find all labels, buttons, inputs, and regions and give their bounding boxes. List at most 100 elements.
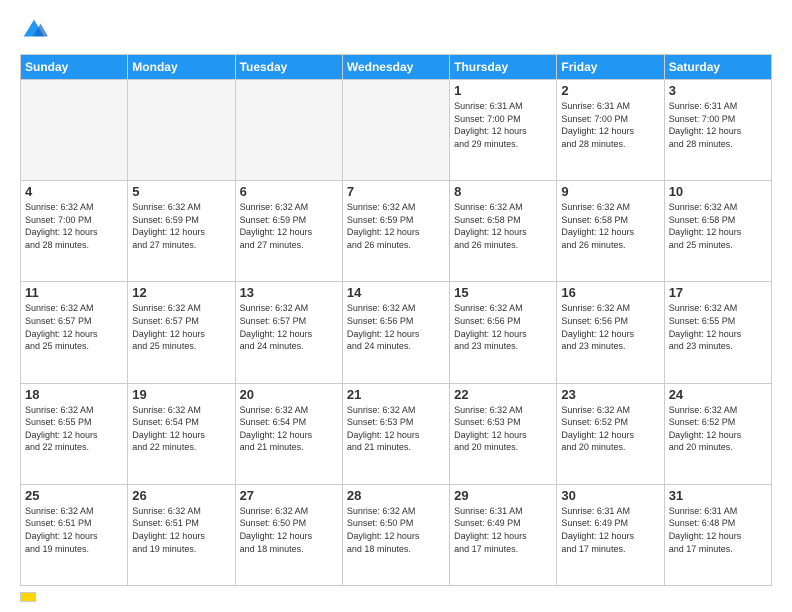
header-cell-monday: Monday	[128, 55, 235, 80]
day-number: 15	[454, 285, 552, 300]
day-number: 2	[561, 83, 659, 98]
day-cell: 10 Sunrise: 6:32 AM Sunset: 6:58 PM Dayli…	[664, 181, 771, 282]
day-info: Sunrise: 6:32 AM Sunset: 6:58 PM Dayligh…	[669, 201, 767, 251]
day-info: Sunrise: 6:32 AM Sunset: 6:59 PM Dayligh…	[132, 201, 230, 251]
day-info: Sunrise: 6:31 AM Sunset: 6:49 PM Dayligh…	[454, 505, 552, 555]
day-number: 24	[669, 387, 767, 402]
day-number: 12	[132, 285, 230, 300]
day-cell: 28 Sunrise: 6:32 AM Sunset: 6:50 PM Dayli…	[342, 484, 449, 585]
day-info: Sunrise: 6:32 AM Sunset: 6:53 PM Dayligh…	[454, 404, 552, 454]
day-cell: 7Sunrise: 6:32 AM Sunset: 6:59 PM Daylig…	[342, 181, 449, 282]
day-info: Sunrise: 6:31 AM Sunset: 6:48 PM Dayligh…	[669, 505, 767, 555]
calendar-header: SundayMondayTuesdayWednesdayThursdayFrid…	[21, 55, 772, 80]
day-cell: 23Sunrise: 6:32 AM Sunset: 6:52 PM Dayli…	[557, 383, 664, 484]
day-number: 22	[454, 387, 552, 402]
day-info: Sunrise: 6:32 AM Sunset: 6:54 PM Dayligh…	[132, 404, 230, 454]
day-info: Sunrise: 6:31 AM Sunset: 7:00 PM Dayligh…	[454, 100, 552, 150]
day-cell: 11 Sunrise: 6:32 AM Sunset: 6:57 PM Dayli…	[21, 282, 128, 383]
day-cell: 31 Sunrise: 6:31 AM Sunset: 6:48 PM Dayli…	[664, 484, 771, 585]
page: SundayMondayTuesdayWednesdayThursdayFrid…	[0, 0, 792, 612]
day-cell: 8 Sunrise: 6:32 AM Sunset: 6:58 PM Daylig…	[450, 181, 557, 282]
day-number: 10	[669, 184, 767, 199]
day-number: 1	[454, 83, 552, 98]
day-cell: 6Sunrise: 6:32 AM Sunset: 6:59 PM Daylig…	[235, 181, 342, 282]
day-cell	[235, 80, 342, 181]
day-info: Sunrise: 6:32 AM Sunset: 6:50 PM Dayligh…	[240, 505, 338, 555]
day-info: Sunrise: 6:32 AM Sunset: 6:59 PM Dayligh…	[347, 201, 445, 251]
header-cell-sunday: Sunday	[21, 55, 128, 80]
day-cell: 13 Sunrise: 6:32 AM Sunset: 6:57 PM Dayli…	[235, 282, 342, 383]
daylight-bar-icon	[20, 592, 36, 602]
day-number: 4	[25, 184, 123, 199]
day-number: 6	[240, 184, 338, 199]
day-cell: 5 Sunrise: 6:32 AM Sunset: 6:59 PM Daylig…	[128, 181, 235, 282]
day-info: Sunrise: 6:32 AM Sunset: 7:00 PM Dayligh…	[25, 201, 123, 251]
day-number: 11	[25, 285, 123, 300]
day-info: Sunrise: 6:32 AM Sunset: 6:56 PM Dayligh…	[454, 302, 552, 352]
day-info: Sunrise: 6:32 AM Sunset: 6:58 PM Dayligh…	[561, 201, 659, 251]
day-number: 31	[669, 488, 767, 503]
header-cell-tuesday: Tuesday	[235, 55, 342, 80]
day-number: 14	[347, 285, 445, 300]
day-number: 19	[132, 387, 230, 402]
day-cell	[21, 80, 128, 181]
day-info: Sunrise: 6:32 AM Sunset: 6:50 PM Dayligh…	[347, 505, 445, 555]
day-info: Sunrise: 6:32 AM Sunset: 6:54 PM Dayligh…	[240, 404, 338, 454]
day-cell: 26 Sunrise: 6:32 AM Sunset: 6:51 PM Dayli…	[128, 484, 235, 585]
day-cell: 1 Sunrise: 6:31 AM Sunset: 7:00 PM Daylig…	[450, 80, 557, 181]
day-number: 21	[347, 387, 445, 402]
day-number: 20	[240, 387, 338, 402]
day-info: Sunrise: 6:32 AM Sunset: 6:57 PM Dayligh…	[25, 302, 123, 352]
day-number: 17	[669, 285, 767, 300]
day-number: 5	[132, 184, 230, 199]
header-cell-friday: Friday	[557, 55, 664, 80]
week-row-2: 11 Sunrise: 6:32 AM Sunset: 6:57 PM Dayli…	[21, 282, 772, 383]
day-number: 29	[454, 488, 552, 503]
day-info: Sunrise: 6:32 AM Sunset: 6:57 PM Dayligh…	[132, 302, 230, 352]
header-cell-saturday: Saturday	[664, 55, 771, 80]
day-number: 23	[561, 387, 659, 402]
day-info: Sunrise: 6:32 AM Sunset: 6:56 PM Dayligh…	[347, 302, 445, 352]
day-info: Sunrise: 6:32 AM Sunset: 6:52 PM Dayligh…	[669, 404, 767, 454]
day-number: 28	[347, 488, 445, 503]
day-cell: 29 Sunrise: 6:31 AM Sunset: 6:49 PM Dayli…	[450, 484, 557, 585]
day-info: Sunrise: 6:32 AM Sunset: 6:55 PM Dayligh…	[669, 302, 767, 352]
day-cell: 25 Sunrise: 6:32 AM Sunset: 6:51 PM Dayli…	[21, 484, 128, 585]
day-number: 8	[454, 184, 552, 199]
day-number: 27	[240, 488, 338, 503]
week-row-0: 1 Sunrise: 6:31 AM Sunset: 7:00 PM Daylig…	[21, 80, 772, 181]
day-cell: 30Sunrise: 6:31 AM Sunset: 6:49 PM Dayli…	[557, 484, 664, 585]
calendar: SundayMondayTuesdayWednesdayThursdayFrid…	[20, 54, 772, 586]
day-info: Sunrise: 6:32 AM Sunset: 6:55 PM Dayligh…	[25, 404, 123, 454]
footer	[20, 592, 772, 602]
day-info: Sunrise: 6:32 AM Sunset: 6:51 PM Dayligh…	[132, 505, 230, 555]
day-cell	[342, 80, 449, 181]
day-number: 26	[132, 488, 230, 503]
day-cell: 21 Sunrise: 6:32 AM Sunset: 6:53 PM Dayli…	[342, 383, 449, 484]
day-info: Sunrise: 6:32 AM Sunset: 6:58 PM Dayligh…	[454, 201, 552, 251]
day-info: Sunrise: 6:32 AM Sunset: 6:57 PM Dayligh…	[240, 302, 338, 352]
day-cell: 9 Sunrise: 6:32 AM Sunset: 6:58 PM Daylig…	[557, 181, 664, 282]
day-number: 3	[669, 83, 767, 98]
day-number: 13	[240, 285, 338, 300]
day-cell: 4 Sunrise: 6:32 AM Sunset: 7:00 PM Daylig…	[21, 181, 128, 282]
header-cell-wednesday: Wednesday	[342, 55, 449, 80]
day-cell: 17 Sunrise: 6:32 AM Sunset: 6:55 PM Dayli…	[664, 282, 771, 383]
day-cell: 2 Sunrise: 6:31 AM Sunset: 7:00 PM Daylig…	[557, 80, 664, 181]
day-number: 25	[25, 488, 123, 503]
day-number: 9	[561, 184, 659, 199]
day-info: Sunrise: 6:31 AM Sunset: 7:00 PM Dayligh…	[561, 100, 659, 150]
day-cell: 27 Sunrise: 6:32 AM Sunset: 6:50 PM Dayli…	[235, 484, 342, 585]
header-cell-thursday: Thursday	[450, 55, 557, 80]
logo	[20, 16, 52, 44]
week-row-3: 18Sunrise: 6:32 AM Sunset: 6:55 PM Dayli…	[21, 383, 772, 484]
logo-icon	[20, 16, 48, 44]
day-number: 16	[561, 285, 659, 300]
day-info: Sunrise: 6:32 AM Sunset: 6:53 PM Dayligh…	[347, 404, 445, 454]
day-cell: 24 Sunrise: 6:32 AM Sunset: 6:52 PM Dayli…	[664, 383, 771, 484]
header-row: SundayMondayTuesdayWednesdayThursdayFrid…	[21, 55, 772, 80]
day-cell: 20 Sunrise: 6:32 AM Sunset: 6:54 PM Dayli…	[235, 383, 342, 484]
day-info: Sunrise: 6:31 AM Sunset: 7:00 PM Dayligh…	[669, 100, 767, 150]
calendar-body: 1 Sunrise: 6:31 AM Sunset: 7:00 PM Daylig…	[21, 80, 772, 586]
day-info: Sunrise: 6:32 AM Sunset: 6:51 PM Dayligh…	[25, 505, 123, 555]
